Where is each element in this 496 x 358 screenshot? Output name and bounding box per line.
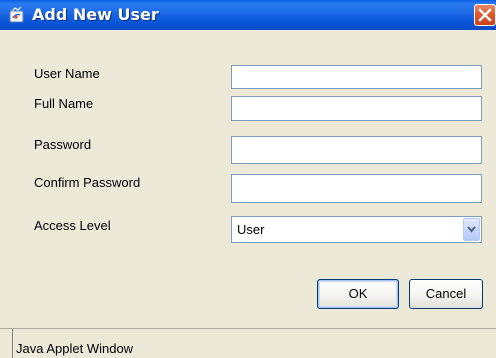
close-icon (478, 8, 492, 22)
applet-warning-text: Java Applet Window (16, 341, 134, 356)
java-cup-icon (9, 7, 24, 23)
password-field[interactable] (231, 136, 482, 164)
fullname-field[interactable] (231, 96, 482, 121)
status-divider (12, 329, 13, 358)
window-title: Add New User (32, 5, 159, 24)
username-label: User Name (34, 66, 100, 81)
confirm-password-field[interactable] (231, 174, 482, 203)
username-field[interactable] (231, 65, 482, 89)
access-level-value: User (237, 222, 265, 237)
status-bar: Java Applet Window (0, 328, 496, 358)
access-level-label: Access Level (34, 218, 111, 233)
cancel-button[interactable]: Cancel (409, 279, 483, 309)
chevron-down-icon (467, 226, 476, 233)
confirm-password-label: Confirm Password (34, 175, 141, 190)
ok-button[interactable]: OK (317, 279, 399, 309)
access-level-select[interactable]: User (231, 216, 482, 243)
close-button[interactable] (474, 4, 496, 26)
add-new-user-dialog: Add New User User Name Full Name Passwor… (0, 0, 496, 358)
title-bar[interactable]: Add New User (0, 0, 496, 30)
access-level-dropdown-button[interactable] (463, 218, 480, 241)
fullname-label: Full Name (34, 96, 94, 111)
password-label: Password (34, 137, 92, 152)
